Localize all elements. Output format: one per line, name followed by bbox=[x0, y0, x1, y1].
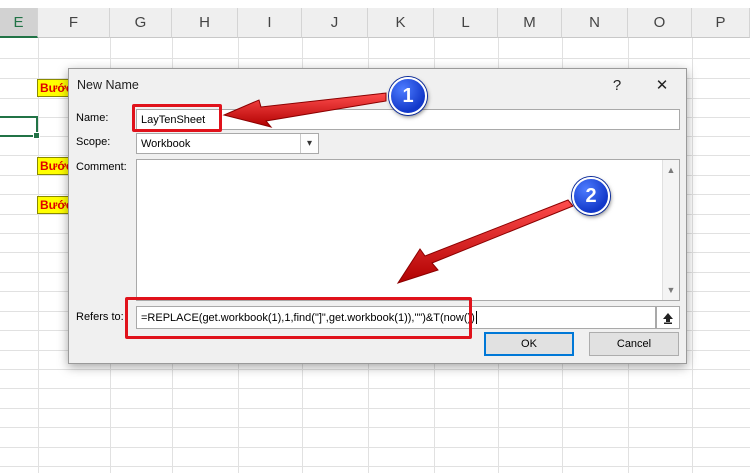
arrow-to-refers-field bbox=[396, 199, 574, 284]
annotation-arrows bbox=[222, 92, 574, 284]
step-badge-2: 2 bbox=[572, 177, 610, 215]
step-badge-1: 1 bbox=[389, 77, 427, 115]
arrow-to-name-field bbox=[222, 92, 387, 128]
